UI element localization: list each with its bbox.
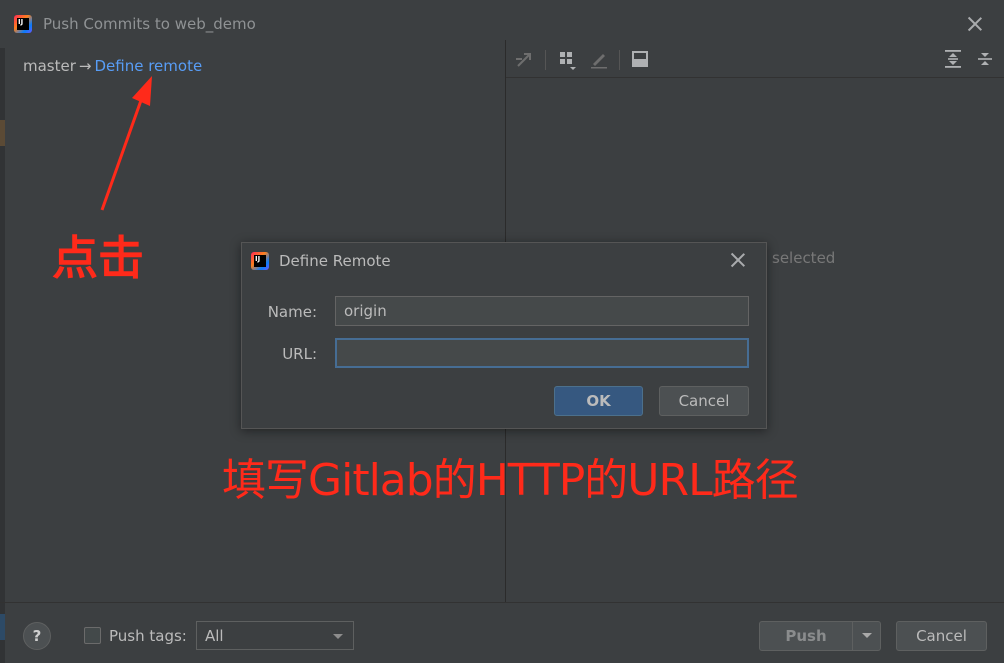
push-tags-select[interactable]: All <box>196 621 354 650</box>
title-bar: IJ Push Commits to web_demo <box>0 0 1004 48</box>
expand-all-icon[interactable] <box>942 48 964 70</box>
ij-logo-icon: IJ <box>251 252 269 270</box>
local-branch: master <box>23 57 76 75</box>
help-button[interactable]: ? <box>23 622 51 650</box>
annotation-url: 填写Gitlab的HTTP的URL路径 <box>222 455 799 506</box>
push-button[interactable]: Push <box>759 621 853 651</box>
toolbar-separator <box>619 50 620 70</box>
annotation-click: 点击 <box>52 231 144 285</box>
ij-logo-icon: IJ <box>14 15 32 33</box>
ok-button[interactable]: OK <box>554 386 643 416</box>
edit-icon[interactable] <box>588 48 610 70</box>
collapse-all-icon[interactable] <box>974 48 996 70</box>
define-remote-link[interactable]: Define remote <box>94 57 202 75</box>
bottom-border <box>0 602 1004 603</box>
dialog-cancel-button[interactable]: Cancel <box>659 386 749 416</box>
url-input[interactable] <box>335 338 749 368</box>
name-input[interactable] <box>335 296 749 326</box>
define-remote-dialog: IJ Define Remote Name: URL: OK Cancel <box>241 242 767 429</box>
gutter-marker <box>0 120 5 146</box>
cancel-button[interactable]: Cancel <box>896 621 987 651</box>
close-icon[interactable] <box>965 14 985 34</box>
gutter-marker <box>0 614 5 640</box>
branch-row: master → Define remote <box>23 57 202 75</box>
close-icon[interactable] <box>728 250 748 270</box>
push-tags-checkbox[interactable] <box>84 627 101 644</box>
toolbar-separator <box>545 50 546 70</box>
url-label: URL: <box>282 345 317 363</box>
push-options-button[interactable] <box>852 621 881 651</box>
preview-icon[interactable] <box>629 48 651 70</box>
push-tags-label: Push tags: <box>109 627 187 645</box>
name-label: Name: <box>267 303 317 321</box>
toolbar-border <box>506 77 1004 78</box>
push-tags-value: All <box>205 627 224 645</box>
chevron-down-icon <box>333 634 343 639</box>
empty-status-text: selected <box>772 249 836 267</box>
left-gutter <box>0 40 5 663</box>
window-title: Push Commits to web_demo <box>43 15 256 33</box>
group-icon[interactable] <box>556 48 578 70</box>
fetch-icon[interactable] <box>514 48 536 70</box>
arrow-icon: → <box>78 57 92 75</box>
dialog-title: Define Remote <box>279 252 391 270</box>
